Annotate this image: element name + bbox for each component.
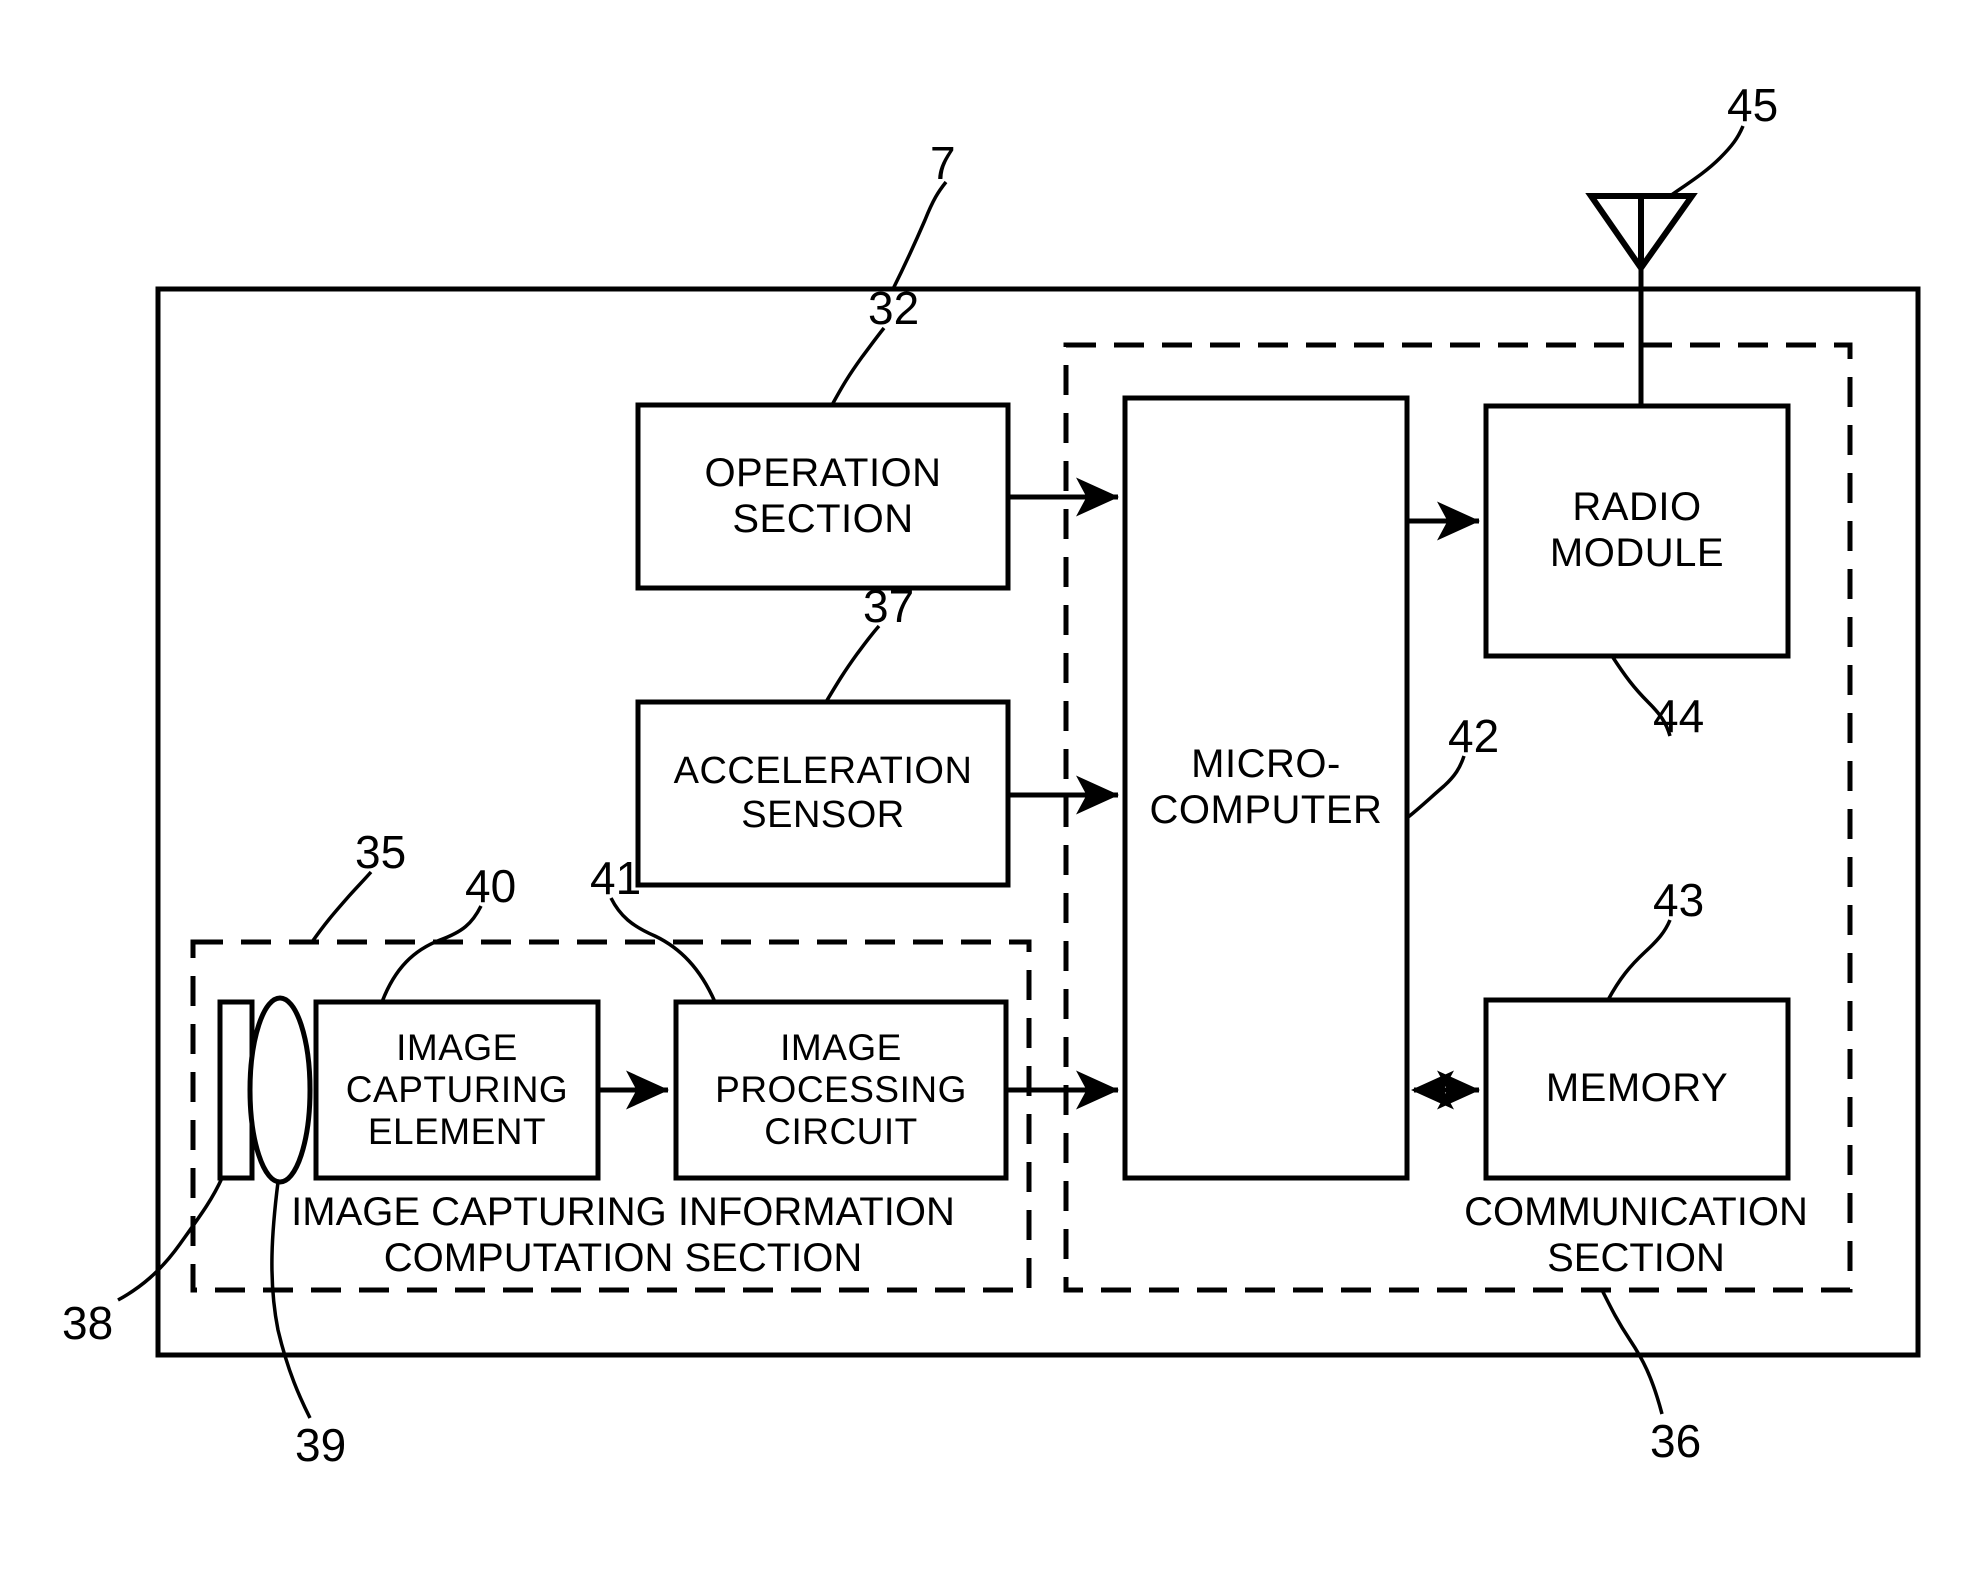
ref-numeral-38: 38 bbox=[62, 1297, 114, 1349]
leader-41 bbox=[609, 897, 717, 1003]
patent-figure: OPERATION SECTION ACCELERATION SENSOR IM… bbox=[0, 0, 1975, 1574]
lens-shape bbox=[247, 995, 313, 1185]
ref-numeral-39: 39 bbox=[295, 1419, 347, 1471]
ref-numeral-36: 36 bbox=[1650, 1415, 1702, 1467]
leader-45 bbox=[1668, 125, 1745, 198]
ref-numeral-45: 45 bbox=[1727, 79, 1779, 131]
microcomputer-box[interactable] bbox=[1122, 395, 1410, 1181]
ref-numeral-40: 40 bbox=[465, 860, 517, 912]
infrared-filter-shape bbox=[217, 999, 255, 1181]
leader-36 bbox=[1600, 1289, 1664, 1415]
image-capturing-section-caption: IMAGE CAPTURING INFORMATION COMPUTATION … bbox=[291, 1190, 955, 1280]
ref-numeral-44: 44 bbox=[1653, 690, 1705, 742]
ref-numeral-37: 37 bbox=[863, 580, 915, 632]
ref-numeral-43: 43 bbox=[1653, 874, 1705, 926]
diagram-vector-layer bbox=[117, 125, 1921, 1419]
communication-section-caption: COMMUNICATION SECTION bbox=[1464, 1190, 1808, 1280]
image-processing-circuit-box[interactable] bbox=[673, 999, 1009, 1181]
operation-section-box[interactable] bbox=[635, 402, 1011, 591]
leader-43 bbox=[1606, 919, 1672, 1001]
leader-37 bbox=[824, 624, 881, 703]
leader-7 bbox=[891, 180, 948, 290]
image-capturing-element-box[interactable] bbox=[313, 999, 601, 1181]
leader-35 bbox=[310, 870, 373, 944]
ref-numeral-41: 41 bbox=[590, 852, 642, 904]
memory-box[interactable] bbox=[1483, 997, 1791, 1181]
ref-numeral-42: 42 bbox=[1448, 710, 1500, 762]
ref-numeral-7: 7 bbox=[930, 137, 956, 189]
ref-numeral-35: 35 bbox=[355, 826, 407, 878]
leader-40 bbox=[380, 905, 483, 1003]
radio-module-box[interactable] bbox=[1483, 403, 1791, 659]
antenna-shape bbox=[1585, 193, 1698, 406]
leader-42 bbox=[1405, 755, 1466, 820]
acceleration-sensor-box[interactable] bbox=[635, 699, 1011, 888]
ref-numeral-32: 32 bbox=[868, 282, 920, 334]
leader-32 bbox=[830, 326, 886, 406]
leader-38 bbox=[117, 1177, 224, 1302]
